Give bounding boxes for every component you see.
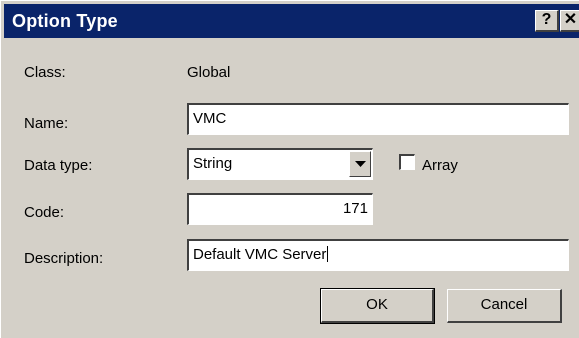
option-type-dialog: Option Type ? ✕ Class: Global Name: VMC … bbox=[0, 0, 579, 338]
name-label: Name: bbox=[24, 115, 69, 132]
description-field[interactable]: Default VMC Server bbox=[187, 239, 569, 271]
help-icon: ? bbox=[541, 11, 552, 28]
title-bar[interactable]: Option Type ? ✕ bbox=[4, 4, 579, 38]
name-field[interactable]: VMC bbox=[187, 103, 569, 135]
close-button[interactable]: ✕ bbox=[560, 10, 579, 32]
class-value: Global bbox=[187, 64, 231, 81]
cancel-button[interactable]: Cancel bbox=[447, 289, 562, 323]
class-label: Class: bbox=[24, 64, 66, 81]
name-field-value: VMC bbox=[193, 110, 227, 127]
array-label[interactable]: Array bbox=[422, 157, 458, 174]
code-field[interactable]: 171 bbox=[187, 193, 373, 225]
chevron-down-icon bbox=[355, 161, 366, 167]
datatype-dropdown-button[interactable] bbox=[349, 151, 371, 177]
description-label: Description: bbox=[24, 250, 104, 267]
datatype-select[interactable]: String bbox=[187, 148, 373, 180]
code-label: Code: bbox=[24, 204, 65, 221]
code-field-value: 171 bbox=[342, 200, 368, 217]
description-field-value: Default VMC Server bbox=[193, 246, 327, 263]
datatype-selected-value: String bbox=[193, 155, 233, 172]
close-icon: ✕ bbox=[563, 11, 578, 28]
array-checkbox[interactable] bbox=[399, 154, 415, 170]
datatype-label: Data type: bbox=[24, 157, 93, 174]
help-button[interactable]: ? bbox=[535, 10, 559, 32]
text-caret bbox=[327, 246, 329, 262]
dialog-title: Option Type bbox=[12, 11, 118, 31]
ok-button[interactable]: OK bbox=[320, 288, 435, 324]
